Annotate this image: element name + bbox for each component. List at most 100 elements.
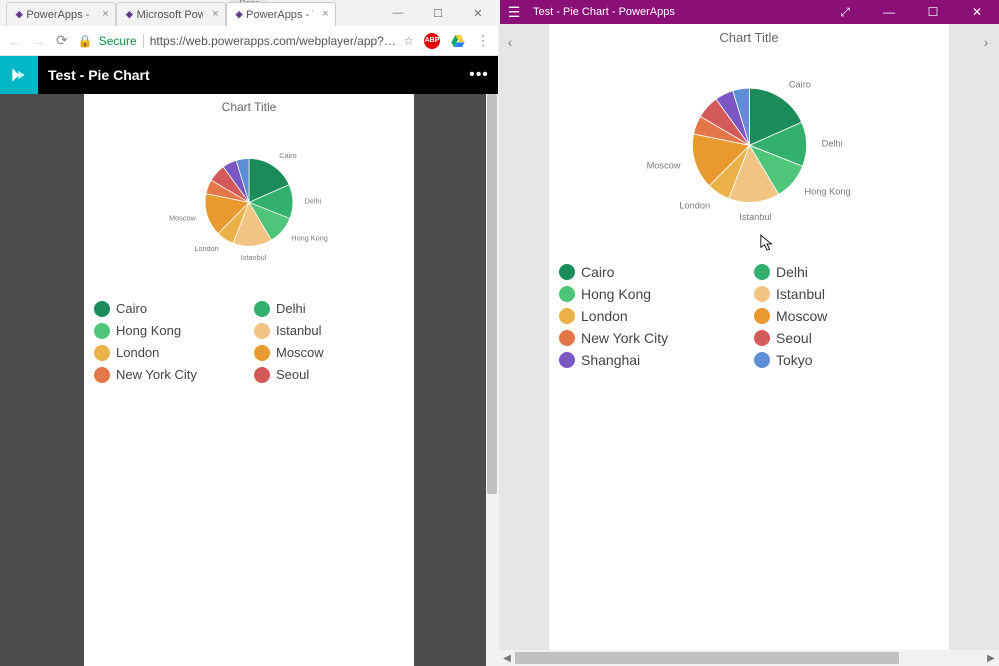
legend-item-new-york-city[interactable]: New York City (94, 367, 250, 383)
close-icon[interactable]: × (100, 8, 111, 19)
address-bar[interactable]: 🔒 Secure https://web.powerapps.com/webpl… (78, 31, 414, 51)
legend-item-istanbul[interactable]: Istanbul (254, 323, 410, 339)
browser-omnibar: ← → ⟳ 🔒 Secure https://web.powerapps.com… (0, 26, 498, 56)
legend-label: Hong Kong (116, 323, 181, 338)
tab-label: PowerApps - Bitmon a (26, 9, 93, 21)
legend-swatch-icon (254, 367, 270, 383)
legend-item-seoul[interactable]: Seoul (754, 330, 945, 346)
legend-label: Istanbul (776, 286, 825, 302)
nav-reload-icon[interactable]: ⟳ (56, 32, 68, 49)
maximize-button[interactable]: ☐ (911, 5, 955, 19)
expand-button[interactable]: ⤢ (823, 5, 867, 20)
legend-label: Delhi (276, 301, 306, 316)
scroll-right-icon[interactable]: ▶ (983, 653, 999, 664)
next-screen-icon[interactable]: › (977, 34, 995, 50)
tab-label: PowerApps - Test - Pie (246, 9, 313, 21)
slice-label-delhi: Delhi (305, 196, 322, 205)
legend-item-moscow[interactable]: Moscow (754, 308, 945, 324)
divider (143, 34, 144, 48)
legend-item-hong-kong[interactable]: Hong Kong (559, 286, 750, 302)
legend-swatch-icon (559, 352, 575, 368)
legend-label: Shanghai (581, 352, 640, 368)
legend-swatch-icon (559, 286, 575, 302)
legend-item-new-york-city[interactable]: New York City (559, 330, 750, 346)
minimize-button[interactable]: — (392, 7, 404, 19)
secure-label: Secure (99, 34, 137, 48)
browser-tab-1[interactable]: ◈ Microsoft PowerApps × (116, 2, 226, 26)
legend-label: Cairo (581, 264, 614, 280)
legend-swatch-icon (254, 345, 270, 361)
nav-forward-icon[interactable]: → (32, 33, 46, 49)
legend-swatch-icon (754, 286, 770, 302)
prev-screen-icon[interactable]: ‹ (501, 34, 519, 50)
close-button[interactable]: ✕ (955, 5, 999, 19)
legend-swatch-icon (94, 367, 110, 383)
legend-swatch-icon (94, 301, 110, 317)
legend-item-delhi[interactable]: Delhi (254, 301, 410, 317)
bookmark-star-icon[interactable]: ☆ (403, 34, 414, 48)
legend-swatch-icon (754, 308, 770, 324)
legend-label: Delhi (776, 264, 808, 280)
scroll-left-icon[interactable]: ◀ (499, 653, 515, 664)
pie-chart-desktop: CairoDelhiHong KongIstanbulLondonMoscow (549, 47, 949, 256)
chart-legend-desktop: Cairo Delhi Hong Kong Istanbul London Moscow N… (549, 256, 949, 376)
legend-item-moscow[interactable]: Moscow (254, 345, 410, 361)
scroll-thumb[interactable] (515, 652, 899, 664)
hamburger-menu-icon[interactable]: ☰ (499, 4, 529, 21)
slice-label-moscow: Moscow (169, 214, 196, 223)
powerapps-logo-button[interactable] (0, 56, 38, 94)
legend-item-delhi[interactable]: Delhi (754, 264, 945, 280)
legend-label: Seoul (776, 330, 812, 346)
pie-chart-svg: CairoDelhiHong KongIstanbulLondonMoscow (154, 122, 344, 283)
lock-icon: 🔒 (78, 34, 93, 48)
chart-title: Chart Title (84, 94, 414, 116)
close-icon[interactable]: × (320, 8, 331, 19)
legend-label: Moscow (776, 308, 827, 324)
legend-item-hong-kong[interactable]: Hong Kong (94, 323, 250, 339)
legend-item-london[interactable]: London (94, 345, 250, 361)
legend-item-tokyo[interactable]: Tokyo (754, 352, 945, 368)
legend-item-london[interactable]: London (559, 308, 750, 324)
browser-window: Briar ◈ PowerApps - Bitmon a × ◈ Microso… (0, 0, 499, 666)
close-button[interactable]: ✕ (472, 7, 484, 20)
pie-chart-web: CairoDelhiHong KongIstanbulLondonMoscow (84, 116, 414, 293)
legend-swatch-icon (94, 323, 110, 339)
desktop-stage: ‹ › Chart Title CairoDelhiHong KongIstan… (499, 24, 999, 666)
abp-extension-icon[interactable]: ABP (424, 33, 440, 49)
powerapps-favicon: ◈ (125, 9, 133, 20)
powerapps-canvas-desktop: Chart Title CairoDelhiHong KongIstanbulL… (549, 24, 949, 650)
slice-label-moscow: Moscow (646, 161, 680, 171)
close-icon[interactable]: × (210, 8, 221, 19)
minimize-button[interactable]: — (867, 5, 911, 19)
legend-label: Tokyo (776, 352, 813, 368)
legend-item-shanghai[interactable]: Shanghai (559, 352, 750, 368)
powerapps-favicon: ◈ (235, 9, 242, 20)
scroll-track[interactable] (515, 650, 983, 666)
maximize-button[interactable]: ☐ (432, 7, 444, 20)
legend-swatch-icon (559, 264, 575, 280)
browser-tabstrip: Briar ◈ PowerApps - Bitmon a × ◈ Microso… (0, 0, 498, 26)
vertical-scrollbar-thumb[interactable] (487, 94, 497, 494)
nav-back-icon[interactable]: ← (8, 33, 22, 49)
slice-label-istanbul: Istanbul (739, 212, 771, 222)
legend-item-istanbul[interactable]: Istanbul (754, 286, 945, 302)
browser-tab-0[interactable]: ◈ PowerApps - Bitmon a × (6, 2, 116, 26)
kebab-menu-icon[interactable]: ⋮ (476, 32, 490, 49)
chrome-window-controls: — ☐ ✕ (358, 0, 498, 26)
google-drive-extension-icon[interactable] (450, 33, 466, 49)
horizontal-scrollbar[interactable]: ◀ ▶ (499, 650, 999, 666)
legend-label: London (116, 345, 159, 360)
slice-label-hong-kong: Hong Kong (804, 187, 850, 197)
more-menu-button[interactable]: ••• (460, 66, 498, 84)
legend-item-cairo[interactable]: Cairo (94, 301, 250, 317)
slice-label-london: London (194, 244, 218, 253)
legend-label: New York City (581, 330, 668, 346)
legend-item-cairo[interactable]: Cairo (559, 264, 750, 280)
slice-label-cairo: Cairo (279, 151, 296, 160)
browser-tab-2[interactable]: ◈ PowerApps - Test - Pie × (226, 2, 336, 26)
legend-swatch-icon (559, 330, 575, 346)
powerapps-desktop-window: ☰ Test - Pie Chart - PowerApps ⤢ — ☐ ✕ ‹… (499, 0, 999, 666)
legend-label: London (581, 308, 628, 324)
legend-item-seoul[interactable]: Seoul (254, 367, 410, 383)
legend-label: Cairo (116, 301, 147, 316)
